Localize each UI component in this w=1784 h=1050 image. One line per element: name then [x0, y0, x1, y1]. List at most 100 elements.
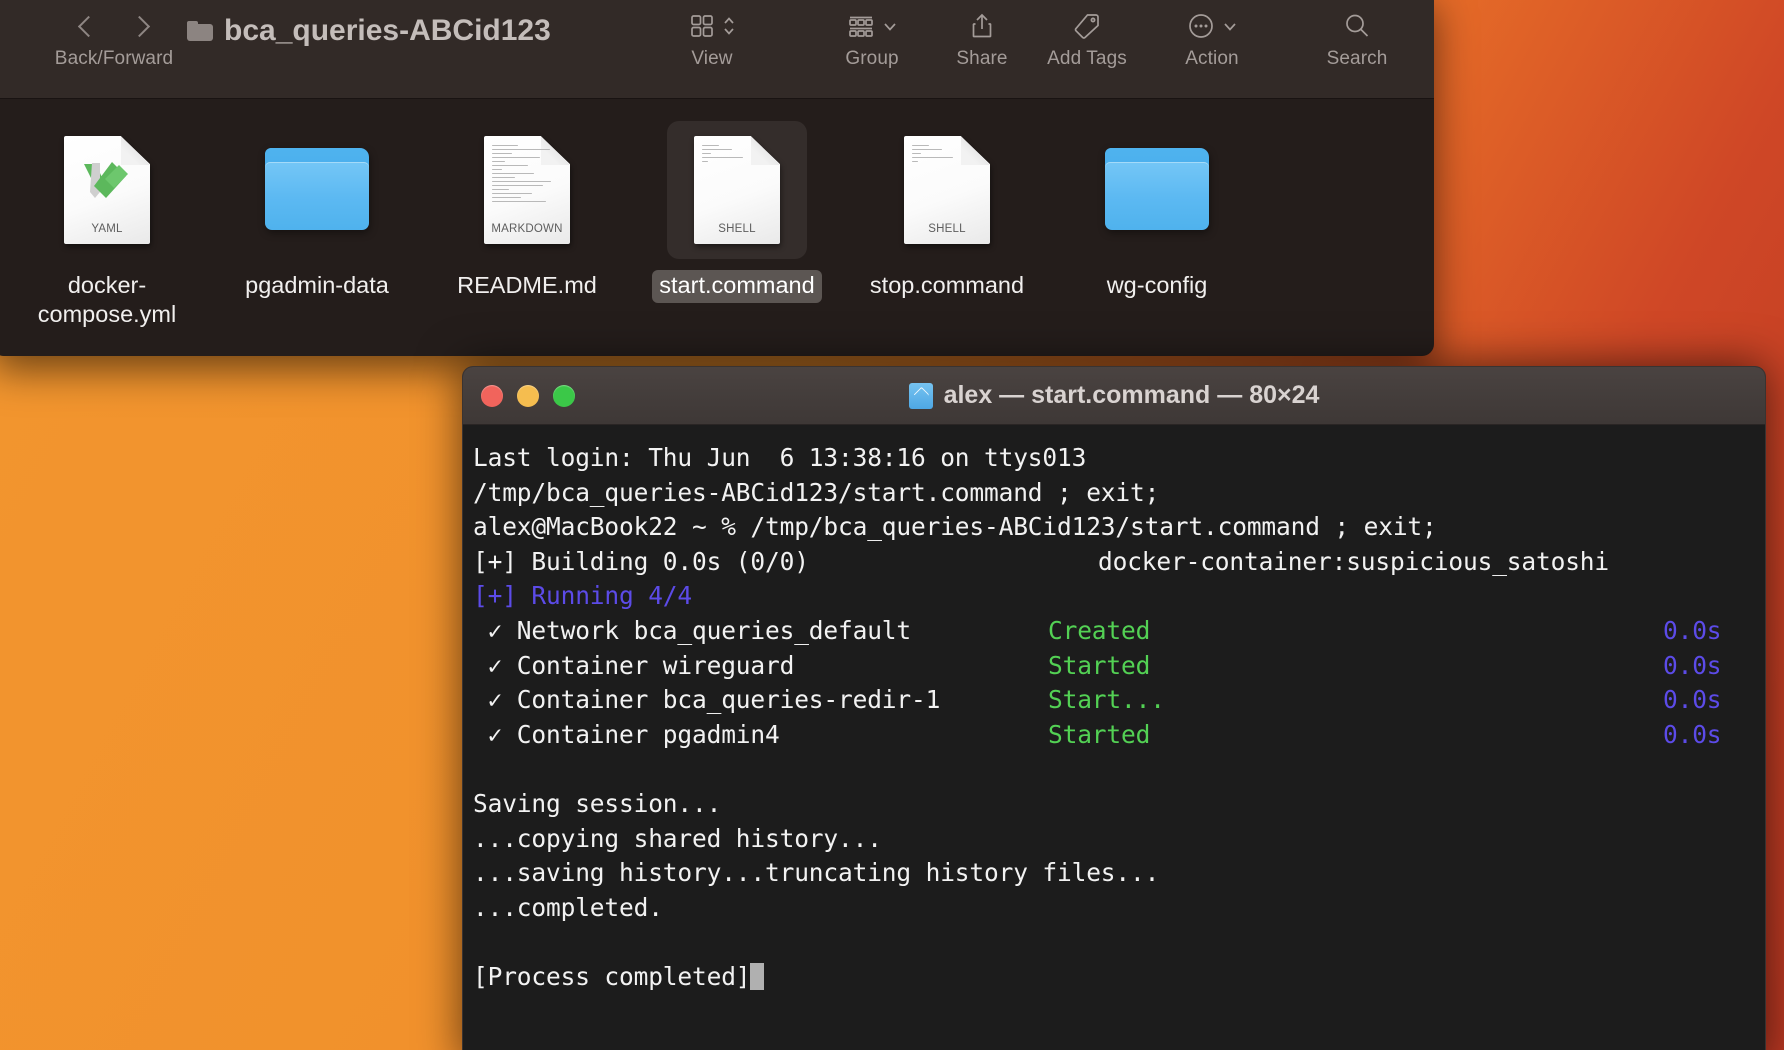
- zoom-window-button[interactable]: [553, 384, 575, 407]
- shell-document-icon: SHELL: [694, 136, 780, 244]
- file-item-pgadmin-data[interactable]: pgadmin-data: [212, 111, 422, 303]
- folder-icon: [187, 21, 213, 41]
- file-type-badge: MARKDOWN: [491, 223, 563, 235]
- terminal-title-text: alex — start.command — 80×24: [943, 381, 1320, 409]
- terminal-line: alex@MacBook22 ~ % /tmp/bca_queries-ABCi…: [473, 510, 1765, 545]
- file-label[interactable]: start.command: [652, 270, 822, 304]
- toolbar-label-action: Action: [1185, 48, 1239, 69]
- terminal-line: ✓ Container bca_queries-redir-1 Start... 0…: [473, 683, 1765, 718]
- terminal-line: [+] Building 0.0s (0/0) docker-container:…: [473, 545, 1765, 580]
- terminal-line-text: ✓ Network bca_queries_default: [473, 615, 912, 645]
- close-window-button[interactable]: [481, 384, 503, 407]
- toolbar-label-search: Search: [1326, 48, 1388, 69]
- terminal-line: [+] Running 4/4: [473, 579, 1765, 614]
- toolbar-label-view: View: [691, 48, 733, 69]
- back-forward-label: Back/Forward: [54, 48, 174, 69]
- terminal-line-text: Last login: Thu Jun 6 13:38:16 on ttys01…: [473, 443, 1087, 472]
- file-icon-wrap: MARKDOWN: [457, 121, 597, 259]
- desktop: Back/Forward bca_queries-ABCid123 View G…: [0, 0, 1784, 1050]
- file-type-badge: YAML: [91, 223, 123, 235]
- share-icon: [972, 13, 992, 38]
- folder-icon: [1105, 148, 1209, 232]
- terminal-line-text: [+] Building 0.0s (0/0): [473, 546, 809, 576]
- search-icon: [1346, 14, 1369, 37]
- document-preview-lines: [912, 145, 978, 201]
- terminal-line-text: alex@MacBook22 ~ % /tmp/bca_queries-ABCi…: [473, 512, 1437, 542]
- file-item-stop-command[interactable]: SHELL stop.command: [842, 111, 1052, 303]
- chevron-right-icon[interactable]: [129, 13, 155, 39]
- terminal-line-text: ✓ Container pgadmin4: [473, 719, 780, 749]
- file-label[interactable]: docker-compose.yml: [3, 270, 212, 332]
- file-item-docker-compose-yml[interactable]: YAML docker-compose.yml: [2, 111, 212, 332]
- file-item-wg-config[interactable]: wg-config: [1052, 111, 1262, 303]
- terminal-cursor: [750, 962, 765, 990]
- chevron-left-icon[interactable]: [73, 13, 99, 39]
- file-label[interactable]: wg-config: [1100, 270, 1215, 303]
- terminal-output[interactable]: Last login: Thu Jun 6 13:38:16 on ttys01…: [463, 425, 1765, 1050]
- toolbar-item-add-tags[interactable]: Add Tags: [1012, 4, 1162, 70]
- minimize-window-button[interactable]: [517, 384, 539, 407]
- file-type-badge: SHELL: [718, 223, 756, 235]
- grid-view-icon: [690, 15, 713, 37]
- finder-window: Back/Forward bca_queries-ABCid123 View G…: [0, 0, 1434, 356]
- terminal-line-time: 0.0s: [1663, 685, 1722, 715]
- markdown-document-icon: MARKDOWN: [484, 136, 570, 244]
- finder-path-title[interactable]: bca_queries-ABCid123: [187, 14, 551, 48]
- file-type-badge: SHELL: [928, 223, 966, 235]
- file-label[interactable]: stop.command: [863, 270, 1031, 303]
- chevron-down-icon: [883, 23, 896, 31]
- document-preview-lines: [702, 145, 768, 201]
- terminal-line-status: Started: [1048, 719, 1151, 749]
- document-preview-lines: [492, 145, 558, 203]
- finder-title-text: bca_queries-ABCid123: [224, 14, 551, 47]
- terminal-line-status: Start...: [1048, 685, 1165, 715]
- terminal-line: ✓ Container pgadmin4 Started 0.0s: [473, 718, 1765, 753]
- file-icon-wrap: YAML: [37, 121, 177, 259]
- terminal-line-text: ...copying shared history...: [473, 823, 882, 853]
- terminal-line-text: Saving session...: [473, 788, 722, 818]
- file-icon-wrap: SHELL: [667, 121, 807, 259]
- terminal-line-status: Started: [1048, 650, 1151, 680]
- file-item-readme-md[interactable]: MARKDOWN README.md: [422, 111, 632, 303]
- terminal-line-text: ✓ Container bca_queries-redir-1: [473, 685, 941, 715]
- shell-document-icon: SHELL: [904, 136, 990, 244]
- file-icon-wrap: [247, 121, 387, 259]
- terminal-line-time: 0.0s: [1663, 719, 1722, 749]
- toolbar-item-view[interactable]: View: [652, 4, 772, 70]
- terminal-line: ...completed.: [473, 891, 1765, 926]
- terminal-line-right: docker-container:suspicious_satoshi: [1098, 546, 1610, 576]
- ellipsis-circle-icon: [1188, 14, 1213, 38]
- file-item-start-command[interactable]: SHELL start.command: [632, 111, 842, 304]
- window-controls: [481, 384, 575, 407]
- toolbar-item-group[interactable]: Group: [812, 4, 932, 70]
- tag-icon: [1074, 14, 1099, 39]
- yaml-logo-icon: [84, 162, 128, 198]
- terminal-line-text: ...completed.: [473, 892, 663, 922]
- terminal-line: ...copying shared history...: [473, 822, 1765, 857]
- terminal-line-text: [Process completed]: [473, 961, 751, 991]
- terminal-line-text: [+] Running 4/4: [473, 581, 693, 611]
- terminal-title: alex — start.command — 80×24: [463, 381, 1765, 410]
- toolbar-item-search[interactable]: Search: [1292, 4, 1422, 70]
- terminal-line: Saving session...: [473, 787, 1765, 822]
- terminal-window: alex — start.command — 80×24 Last login:…: [462, 366, 1766, 1050]
- terminal-titlebar[interactable]: alex — start.command — 80×24: [463, 367, 1765, 425]
- finder-file-grid: YAML docker-compose.yml pgadmin-data MAR…: [0, 99, 1434, 356]
- file-label[interactable]: README.md: [450, 270, 604, 303]
- terminal-line: ...saving history...truncating history f…: [473, 856, 1765, 891]
- terminal-line: [Process completed]: [473, 960, 1765, 995]
- yaml-document-icon: YAML: [64, 136, 150, 244]
- terminal-line-text: /tmp/bca_queries-ABCid123/start.command …: [473, 477, 1160, 507]
- terminal-line-text: ...saving history...truncating history f…: [473, 858, 1160, 888]
- terminal-line-text: ✓ Container wireguard: [473, 650, 795, 680]
- terminal-line: ✓ Container wireguard Started 0.0s: [473, 649, 1765, 684]
- toolbar-item-action[interactable]: Action: [1147, 4, 1277, 70]
- terminal-line: /tmp/bca_queries-ABCid123/start.command …: [473, 476, 1765, 511]
- chevron-down-icon: [1223, 23, 1236, 31]
- terminal-line-status: Created: [1048, 615, 1151, 645]
- file-label[interactable]: pgadmin-data: [238, 270, 396, 303]
- group-rows-icon: [848, 16, 873, 37]
- terminal-app-icon: [908, 382, 933, 409]
